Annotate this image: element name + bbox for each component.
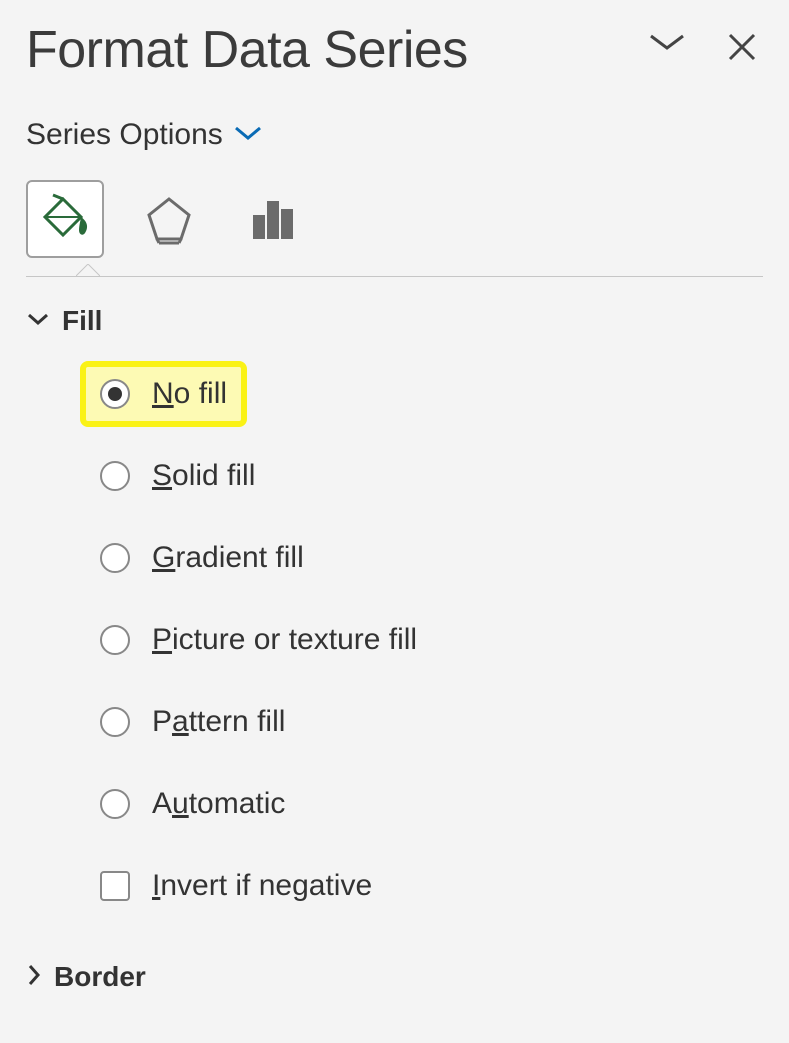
section-fill-header[interactable]: Fill <box>26 305 763 337</box>
panel-title: Format Data Series <box>26 20 468 80</box>
paint-bucket-icon <box>37 191 93 247</box>
close-icon <box>727 32 757 62</box>
chevron-down-icon <box>647 32 687 52</box>
radio-icon <box>100 625 130 655</box>
radio-icon <box>100 543 130 573</box>
radio-gradient-fill[interactable]: Gradient fill <box>86 531 763 585</box>
radio-automatic[interactable]: Automatic <box>86 777 763 831</box>
chevron-down-icon <box>233 124 263 147</box>
radio-pattern-fill-label: Pattern fill <box>152 705 285 739</box>
radio-automatic-label: Automatic <box>152 787 285 821</box>
radio-solid-fill-label: Solid fill <box>152 459 255 493</box>
tab-effects[interactable] <box>130 180 208 258</box>
panel-header: Format Data Series <box>26 20 763 80</box>
radio-pattern-fill[interactable]: Pattern fill <box>86 695 763 749</box>
collapse-panel-button[interactable] <box>647 32 687 67</box>
tabs-divider <box>26 276 763 277</box>
radio-gradient-fill-label: Gradient fill <box>152 541 304 575</box>
radio-icon <box>100 461 130 491</box>
panel-header-actions <box>647 32 757 67</box>
active-tab-notch-icon <box>76 264 100 276</box>
format-tabs-row <box>26 180 763 258</box>
chevron-down-icon <box>26 311 50 332</box>
tab-fill-and-line[interactable] <box>26 180 104 258</box>
radio-icon <box>100 789 130 819</box>
series-options-label: Series Options <box>26 118 223 152</box>
radio-no-fill-label: No fill <box>152 377 227 411</box>
radio-picture-texture-fill[interactable]: Picture or texture fill <box>86 613 763 667</box>
section-fill-label: Fill <box>62 305 102 337</box>
close-panel-button[interactable] <box>727 32 757 67</box>
bar-chart-icon <box>245 191 301 247</box>
fill-options-group: No fill Solid fill Gradient fill Picture… <box>26 367 763 913</box>
checkbox-icon <box>100 871 130 901</box>
series-options-dropdown[interactable]: Series Options <box>26 118 763 152</box>
radio-icon <box>100 707 130 737</box>
chevron-right-icon <box>26 963 42 992</box>
tab-series-options[interactable] <box>234 180 312 258</box>
checkbox-invert-if-negative[interactable]: Invert if negative <box>86 859 763 913</box>
radio-picture-texture-fill-label: Picture or texture fill <box>152 623 417 657</box>
radio-solid-fill[interactable]: Solid fill <box>86 449 763 503</box>
checkbox-invert-if-negative-label: Invert if negative <box>152 869 372 903</box>
section-border-header[interactable]: Border <box>26 961 763 993</box>
radio-icon <box>100 379 130 409</box>
radio-no-fill[interactable]: No fill <box>86 367 241 421</box>
pentagon-icon <box>141 191 197 247</box>
section-border-label: Border <box>54 961 146 993</box>
